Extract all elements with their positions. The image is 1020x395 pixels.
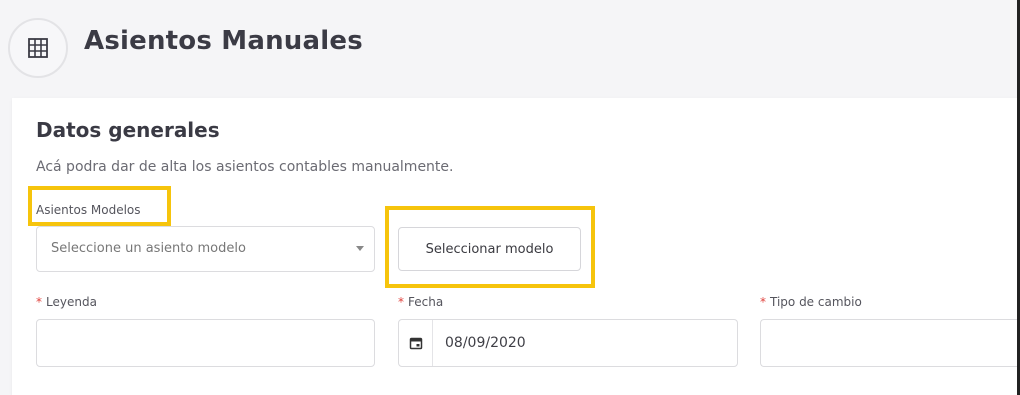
fecha-label: * Fecha xyxy=(398,295,444,309)
model-select[interactable]: Seleccione un asiento modelo xyxy=(36,226,375,272)
tipo-cambio-input[interactable] xyxy=(760,319,1020,367)
required-marker: * xyxy=(36,295,42,309)
fecha-value: 08/09/2020 xyxy=(445,335,526,351)
chevron-down-icon xyxy=(356,246,364,251)
model-select-label: Asientos Modelos xyxy=(36,203,141,217)
section-description: Acá podra dar de alta los asientos conta… xyxy=(36,159,454,175)
leyenda-input[interactable] xyxy=(36,319,375,367)
grid-icon xyxy=(8,18,68,78)
leyenda-label: * Leyenda xyxy=(36,295,97,309)
select-model-button[interactable]: Seleccionar modelo xyxy=(398,227,581,271)
section-title: Datos generales xyxy=(36,118,220,142)
required-marker: * xyxy=(760,295,766,309)
tipo-cambio-label: * Tipo de cambio xyxy=(760,295,862,309)
required-marker: * xyxy=(398,295,404,309)
page-title: Asientos Manuales xyxy=(84,26,363,56)
general-data-card: Datos generales Acá podra dar de alta lo… xyxy=(12,98,1020,395)
calendar-icon[interactable] xyxy=(399,320,433,366)
model-select-placeholder: Seleccione un asiento modelo xyxy=(51,241,246,256)
fecha-input[interactable]: 08/09/2020 xyxy=(398,319,738,367)
